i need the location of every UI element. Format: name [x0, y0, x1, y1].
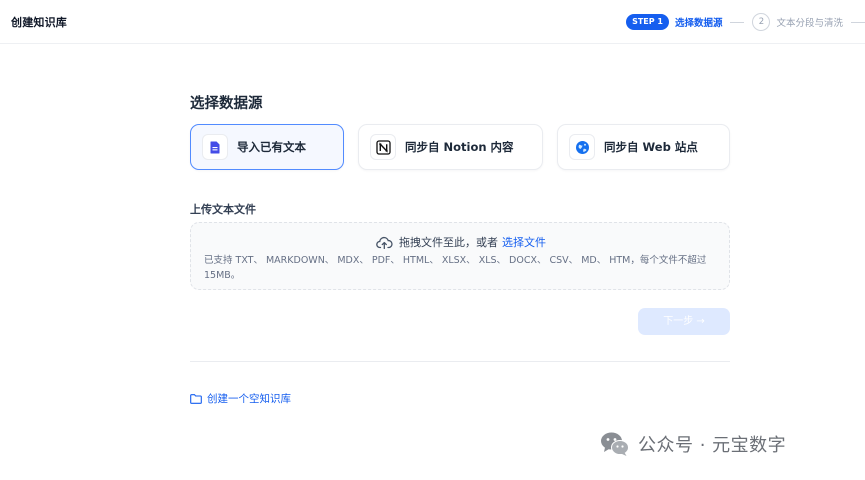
watermark: 公众号 · 元宝数字	[600, 431, 786, 457]
step-1-badge: STEP 1	[626, 14, 669, 30]
step-2-badge: 2	[752, 13, 771, 31]
file-dropzone[interactable]: 拖拽文件至此，或者 选择文件 已支持 TXT、 MARKDOWN、 MDX、 P…	[190, 222, 730, 290]
upload-cloud-icon	[376, 236, 393, 249]
create-empty-knowledge-link[interactable]: 创建一个空知识库	[190, 391, 291, 406]
notion-icon	[370, 134, 396, 160]
source-card-label: 同步自 Notion 内容	[405, 140, 514, 154]
create-empty-label: 创建一个空知识库	[207, 393, 291, 405]
step-2-label: 文本分段与清洗	[776, 18, 843, 29]
source-card-notion[interactable]: 同步自 Notion 内容	[358, 124, 543, 170]
dropzone-prompt: 拖拽文件至此，或者 选择文件	[191, 234, 731, 250]
step-indicator: STEP 1 选择数据源 2 文本分段与清洗	[626, 12, 865, 32]
divider	[190, 361, 730, 362]
wechat-icon	[600, 431, 630, 457]
next-step-button[interactable]: 下一步 →	[638, 308, 730, 335]
upload-title: 上传文本文件	[190, 203, 256, 216]
source-card-label: 导入已有文本	[237, 140, 306, 154]
document-icon	[202, 134, 228, 160]
section-title: 选择数据源	[190, 96, 263, 112]
watermark-text: 公众号 · 元宝数字	[638, 435, 787, 456]
page-title: 创建知识库	[11, 16, 67, 29]
source-card-label: 同步自 Web 站点	[604, 140, 698, 154]
source-card-web[interactable]: 同步自 Web 站点	[557, 124, 730, 170]
source-card-import-text[interactable]: 导入已有文本	[190, 124, 344, 170]
step-connector-tail	[851, 21, 865, 23]
top-bar: 创建知识库 STEP 1 选择数据源 2 文本分段与清洗	[0, 0, 865, 44]
step-1-label: 选择数据源	[674, 18, 723, 29]
step-connector	[730, 21, 745, 23]
select-file-link[interactable]: 选择文件	[502, 234, 546, 250]
folder-icon	[190, 393, 207, 404]
supported-formats-hint: 已支持 TXT、 MARKDOWN、 MDX、 PDF、 HTML、 XLSX、…	[204, 255, 707, 281]
dropzone-text: 拖拽文件至此，或者	[399, 236, 498, 249]
web-icon	[569, 134, 595, 160]
